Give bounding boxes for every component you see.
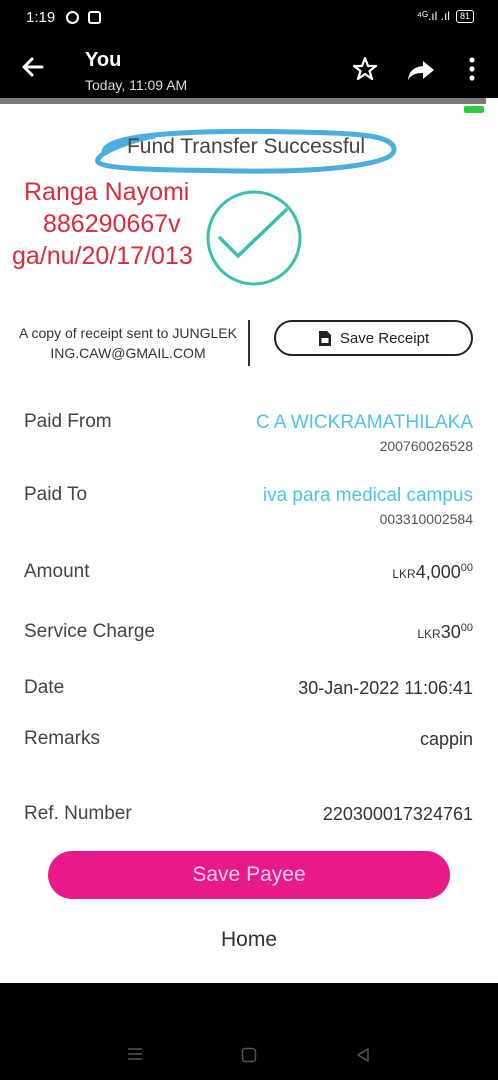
service-charge-whole: 30 xyxy=(440,622,461,642)
signal-icon: ⁴ᴳ.ıl .ıl xyxy=(416,9,450,23)
date-label: Date xyxy=(24,677,65,698)
service-charge-currency: LKR xyxy=(417,627,441,641)
paid-to-label: Paid To xyxy=(24,484,88,505)
notification-icon xyxy=(88,11,101,24)
handwritten-reg-number: ga/nu/20/17/013 xyxy=(12,242,193,270)
amount-whole: 4,000 xyxy=(415,562,461,582)
service-charge-cents: 00 xyxy=(460,622,473,634)
save-receipt-label: Save Receipt xyxy=(339,329,430,347)
back-nav-icon[interactable] xyxy=(355,1047,371,1063)
recent-apps-icon[interactable] xyxy=(127,1047,143,1061)
battery-icon: 81 xyxy=(455,9,474,23)
handwritten-name: Ranga Nayomi xyxy=(24,178,190,206)
paid-from-account: 200760026528 xyxy=(379,438,473,454)
save-payee-button[interactable]: Save Payee xyxy=(48,851,450,899)
paid-to-name: iva para medical campus xyxy=(262,485,473,506)
corner-mark xyxy=(464,106,484,113)
back-arrow-icon[interactable] xyxy=(18,52,48,82)
amount-value: LKR4,00000 xyxy=(392,562,473,583)
sim-card-icon xyxy=(318,330,331,346)
receipt-copy-note: A copy of receipt sent to JUNGLEKING.CAW… xyxy=(19,325,237,361)
status-time: 1:19 xyxy=(26,9,56,26)
ref-number-label: Ref. Number xyxy=(24,803,132,824)
star-icon[interactable] xyxy=(352,56,378,82)
ref-number-value: 220300017324761 xyxy=(322,804,473,824)
handwritten-id: 886290667v xyxy=(43,210,181,238)
status-bar: 1:19 ⁴ᴳ.ıl .ıl 81 xyxy=(0,0,498,34)
paid-to-account: 003310002584 xyxy=(379,511,473,527)
home-nav-icon[interactable] xyxy=(241,1047,257,1063)
notification-icon xyxy=(66,11,79,24)
success-check-icon xyxy=(206,190,302,286)
date-value: 30-Jan-2022 11:06:41 xyxy=(298,678,473,698)
receipt-image: Fund Transfer Successful Ranga Nayomi 88… xyxy=(0,98,498,983)
service-charge-value: LKR3000 xyxy=(417,622,473,643)
remarks-value: cappin xyxy=(419,729,473,749)
chat-subtitle: Today, 11:09 AM xyxy=(85,77,188,93)
forward-icon[interactable] xyxy=(406,58,436,82)
transfer-status: Fund Transfer Successful xyxy=(126,135,366,158)
success-banner: Fund Transfer Successful xyxy=(94,122,398,178)
amount-currency: LKR xyxy=(392,567,416,581)
home-link[interactable]: Home xyxy=(0,928,498,952)
remarks-label: Remarks xyxy=(24,728,101,749)
chat-title: You xyxy=(85,49,122,71)
system-nav-bar xyxy=(0,983,498,1080)
status-indicators: ⁴ᴳ.ıl .ıl 81 xyxy=(417,9,474,23)
app-header: You Today, 11:09 AM xyxy=(0,34,498,98)
amount-cents: 00 xyxy=(460,562,473,574)
more-options-icon[interactable] xyxy=(462,56,482,82)
receipt-top-border xyxy=(0,98,486,104)
divider xyxy=(248,320,250,366)
amount-label: Amount xyxy=(24,561,90,582)
paid-from-name: C A WICKRAMATHILAKA xyxy=(255,412,473,433)
save-receipt-button[interactable]: Save Receipt xyxy=(274,320,473,356)
service-charge-label: Service Charge xyxy=(24,621,155,642)
paid-from-label: Paid From xyxy=(24,411,112,432)
